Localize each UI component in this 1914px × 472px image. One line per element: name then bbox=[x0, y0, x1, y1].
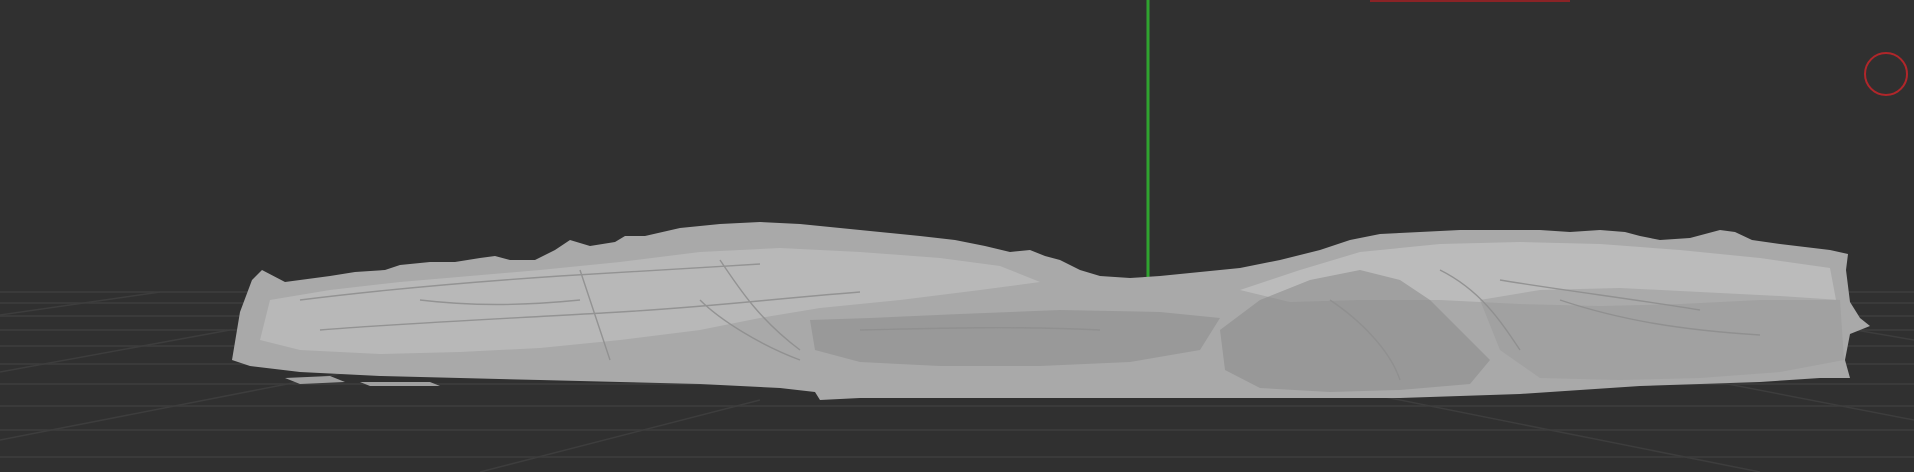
3d-viewport[interactable] bbox=[0, 0, 1914, 472]
red-circle-gizmo-icon[interactable] bbox=[1864, 52, 1908, 96]
terrain-mesh[interactable] bbox=[232, 222, 1870, 400]
scene-canvas bbox=[0, 0, 1914, 472]
